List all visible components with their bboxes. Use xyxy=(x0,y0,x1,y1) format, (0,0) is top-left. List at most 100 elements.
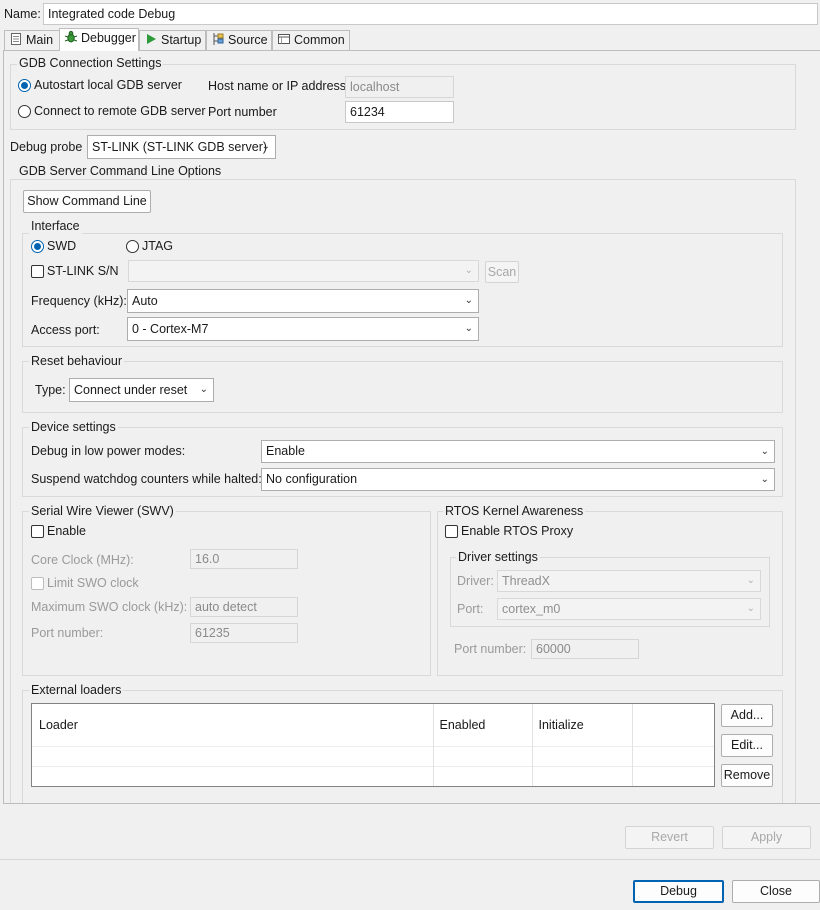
chevron-down-icon: ⌄ xyxy=(746,575,755,586)
rtos-enable-checkbox[interactable] xyxy=(445,525,458,538)
stlink-sn-checkbox[interactable] xyxy=(31,265,44,278)
startup-play-icon xyxy=(144,32,158,46)
debugger-bug-icon xyxy=(64,30,78,44)
debug-probe-select[interactable]: ST-LINK (ST-LINK GDB server) ⌄ xyxy=(87,135,276,159)
name-label: Name: xyxy=(4,7,41,21)
column-header-extra[interactable] xyxy=(632,704,714,746)
host-input[interactable] xyxy=(345,76,454,98)
table-row[interactable] xyxy=(32,746,714,766)
tab-startup[interactable]: Startup xyxy=(139,30,206,50)
frequency-select[interactable]: Auto ⌄ xyxy=(127,289,479,313)
access-port-value: 0 - Cortex-M7 xyxy=(132,322,209,336)
table-cell xyxy=(433,766,533,786)
jtag-radio[interactable] xyxy=(126,240,139,253)
chevron-down-icon: ⌄ xyxy=(464,295,473,306)
chevron-down-icon: ⌄ xyxy=(261,141,270,152)
max-swo-input[interactable] xyxy=(190,597,298,617)
chevron-down-icon: ⌄ xyxy=(746,603,755,614)
stlink-sn-select[interactable]: ⌄ xyxy=(128,260,479,282)
tab-source-label: Source xyxy=(228,33,268,47)
tab-source[interactable]: Source xyxy=(206,30,272,50)
tab-startup-label: Startup xyxy=(161,33,202,47)
chevron-down-icon: ⌄ xyxy=(199,384,208,395)
watchdog-select[interactable]: No configuration ⌄ xyxy=(261,468,775,491)
table-cell xyxy=(532,746,633,766)
swv-enable-checkbox[interactable] xyxy=(31,525,44,538)
core-clock-input[interactable] xyxy=(190,549,298,569)
tab-main[interactable]: Main xyxy=(4,30,60,50)
chevron-down-icon: ⌄ xyxy=(464,323,473,334)
rtos-port-number-input[interactable] xyxy=(531,639,639,659)
reset-type-label: Type: xyxy=(35,383,66,397)
edit-loader-button[interactable]: Edit... xyxy=(721,734,773,757)
max-swo-label: Maximum SWO clock (kHz): xyxy=(31,600,188,614)
gdb-connection-title: GDB Connection Settings xyxy=(17,55,164,71)
loaders-table-grid: Loader Enabled Initialize xyxy=(32,704,714,786)
driver-label: Driver: xyxy=(457,574,494,588)
chevron-down-icon: ⌄ xyxy=(464,265,473,276)
loaders-table[interactable]: Loader Enabled Initialize xyxy=(31,703,715,787)
remote-gdb-radio[interactable] xyxy=(18,105,31,118)
core-clock-label: Core Clock (MHz): xyxy=(31,553,134,567)
table-row[interactable] xyxy=(32,766,714,786)
swd-label: SWD xyxy=(47,239,77,253)
apply-button[interactable]: Apply xyxy=(722,826,811,849)
low-power-select[interactable]: Enable ⌄ xyxy=(261,440,775,463)
watchdog-value: No configuration xyxy=(266,472,358,486)
autostart-gdb-label: Autostart local GDB server xyxy=(34,78,182,92)
main-page-icon xyxy=(9,32,23,46)
loaders-header-row: Loader Enabled Initialize xyxy=(32,704,714,746)
column-header-enabled[interactable]: Enabled xyxy=(433,704,533,746)
table-cell xyxy=(32,746,434,766)
config-name-input[interactable] xyxy=(43,3,818,25)
host-label: Host name or IP address xyxy=(208,79,347,93)
revert-button[interactable]: Revert xyxy=(625,826,714,849)
column-header-initialize[interactable]: Initialize xyxy=(532,704,633,746)
reset-type-value: Connect under reset xyxy=(74,383,188,397)
jtag-label: JTAG xyxy=(142,239,174,253)
driver-settings-title: Driver settings xyxy=(456,549,540,565)
tab-debugger[interactable]: Debugger xyxy=(59,28,139,51)
source-lookup-icon xyxy=(211,32,225,46)
rtos-port-value: cortex_m0 xyxy=(502,602,561,616)
reset-title: Reset behaviour xyxy=(29,353,125,369)
add-loader-button[interactable]: Add... xyxy=(721,704,773,727)
remote-gdb-label: Connect to remote GDB server xyxy=(34,104,206,118)
swv-enable-label: Enable xyxy=(47,524,86,538)
tab-debugger-label: Debugger xyxy=(81,31,136,45)
table-cell xyxy=(32,766,434,786)
reset-type-select[interactable]: Connect under reset ⌄ xyxy=(69,378,214,402)
gdb-port-input[interactable] xyxy=(345,101,454,123)
scan-button[interactable]: Scan xyxy=(485,261,519,283)
autostart-gdb-radio[interactable] xyxy=(18,79,31,92)
swd-radio[interactable] xyxy=(31,240,44,253)
rtos-enable-label: Enable RTOS Proxy xyxy=(461,524,574,538)
watchdog-label: Suspend watchdog counters while halted: xyxy=(31,472,262,486)
table-cell xyxy=(632,746,714,766)
limit-swo-label: Limit SWO clock xyxy=(47,576,139,590)
close-button[interactable]: Close xyxy=(732,880,820,903)
column-header-loader[interactable]: Loader xyxy=(32,704,434,746)
tab-common-label: Common xyxy=(294,33,345,47)
interface-title: Interface xyxy=(29,218,82,234)
tab-common[interactable]: Common xyxy=(272,30,350,50)
debug-button[interactable]: Debug xyxy=(633,880,724,903)
remove-loader-button[interactable]: Remove xyxy=(721,764,773,787)
footer-divider xyxy=(0,859,820,860)
low-power-label: Debug in low power modes: xyxy=(31,444,186,458)
debug-probe-value: ST-LINK (ST-LINK GDB server) xyxy=(92,140,268,154)
limit-swo-checkbox[interactable] xyxy=(31,577,44,590)
access-port-select[interactable]: 0 - Cortex-M7 ⌄ xyxy=(127,317,479,341)
rtos-port-select[interactable]: cortex_m0 ⌄ xyxy=(497,598,761,620)
show-command-line-button[interactable]: Show Command Line xyxy=(23,190,151,213)
swv-port-input[interactable] xyxy=(190,623,298,643)
driver-value: ThreadX xyxy=(502,574,550,588)
swv-port-label: Port number: xyxy=(31,626,104,640)
frequency-label: Frequency (kHz): xyxy=(31,294,127,308)
debug-probe-label: Debug probe xyxy=(10,140,83,154)
stlink-sn-label: ST-LINK S/N xyxy=(47,264,119,278)
low-power-value: Enable xyxy=(266,444,305,458)
table-cell xyxy=(433,746,533,766)
gdb-port-label: Port number xyxy=(208,105,277,119)
driver-select[interactable]: ThreadX ⌄ xyxy=(497,570,761,592)
